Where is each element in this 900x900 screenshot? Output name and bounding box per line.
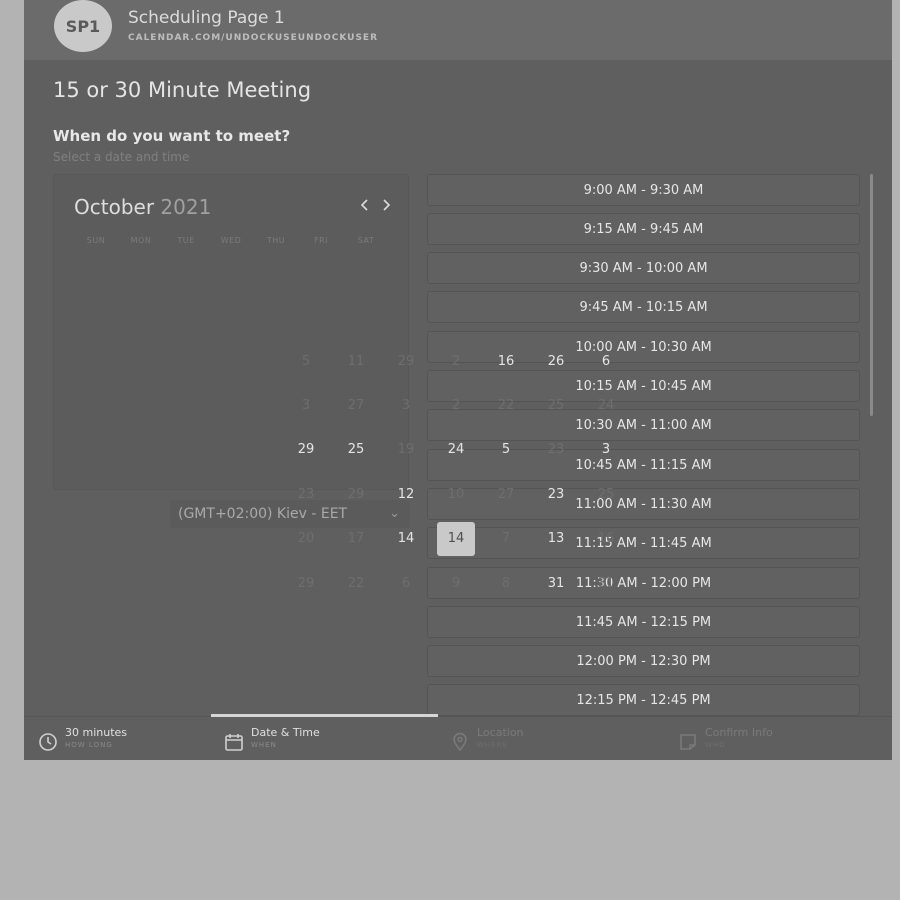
calendar-day[interactable]: 23	[537, 433, 575, 467]
calendar-day[interactable]: 22	[487, 389, 525, 423]
calendar-day[interactable]: 26	[537, 345, 575, 379]
weekday-wed: WED	[220, 236, 242, 245]
calendar-day[interactable]: 3	[587, 433, 625, 467]
calendar-day[interactable]: 24	[437, 433, 475, 467]
calendar-day[interactable]: 13	[537, 522, 575, 556]
calendar-day[interactable]: 8	[487, 567, 525, 601]
avatar: SP1	[54, 0, 112, 52]
time-slot[interactable]: 12:15 PM - 12:45 PM	[427, 684, 860, 716]
step-progress-bar	[211, 714, 438, 717]
clock-icon	[39, 733, 57, 751]
header-bar: SP1 Scheduling Page 1 CALENDAR.COM/UNDOC…	[24, 0, 892, 60]
calendar-day[interactable]: 10	[437, 478, 475, 512]
select-date-hint: Select a date and time	[53, 150, 190, 164]
calendar-day[interactable]: 6	[387, 567, 425, 601]
calendar-day[interactable]: 5	[487, 433, 525, 467]
previous-month-button[interactable]	[360, 197, 370, 216]
scheduling-page-title: Scheduling Page 1	[128, 8, 285, 28]
calendar-day[interactable]: 31	[537, 567, 575, 601]
calendar-day[interactable]: 29	[287, 567, 325, 601]
calendar-day[interactable]: 27	[337, 389, 375, 423]
calendar-day[interactable]: 16	[487, 345, 525, 379]
calendar-day[interactable]: 24	[587, 389, 625, 423]
chevron-left-icon	[360, 199, 368, 211]
footer-step-label: 30 minutes	[65, 726, 128, 739]
calendar-day[interactable]: 7	[487, 522, 525, 556]
calendar-day[interactable]: 25	[537, 389, 575, 423]
time-slot[interactable]: 9:15 AM - 9:45 AM	[427, 213, 860, 245]
when-question: When do you want to meet?	[53, 127, 291, 145]
calendar-day[interactable]: 5	[287, 345, 325, 379]
calendar-day[interactable]: 2	[437, 389, 475, 423]
calendar-day[interactable]: 12	[387, 478, 425, 512]
calendar-day-selected[interactable]: 14	[437, 522, 475, 556]
scheduling-page-url[interactable]: CALENDAR.COM/UNDOCKUSEUNDOCKUSER	[128, 33, 378, 43]
location-pin-icon	[453, 732, 467, 752]
confirm-note-icon	[680, 734, 696, 750]
calendar-day[interactable]: 25	[337, 433, 375, 467]
calendar-day[interactable]: 9	[437, 567, 475, 601]
weekday-tue: TUE	[177, 236, 195, 245]
time-slot[interactable]: 12:00 PM - 12:30 PM	[427, 645, 860, 677]
time-slot[interactable]: 9:45 AM - 10:15 AM	[427, 291, 860, 323]
footer-step-sublabel: WHEN	[251, 741, 277, 749]
calendar-day[interactable]: 19	[387, 433, 425, 467]
calendar-day[interactable]: 29	[287, 433, 325, 467]
calendar-day[interactable]: 25	[587, 478, 625, 512]
scheduling-panel: SP1 Scheduling Page 1 CALENDAR.COM/UNDOC…	[24, 0, 892, 760]
time-slot[interactable]: 11:45 AM - 12:15 PM	[427, 606, 860, 638]
time-slot[interactable]: 9:00 AM - 9:30 AM	[427, 174, 860, 206]
calendar-day[interactable]: 29	[337, 478, 375, 512]
calendar-day[interactable]: 3	[287, 389, 325, 423]
calendar-day[interactable]: 14	[387, 522, 425, 556]
calendar-day[interactable]: 23	[537, 478, 575, 512]
time-slot[interactable]: 9:30 AM - 10:00 AM	[427, 252, 860, 284]
footer-step-sublabel: HOW LONG	[65, 741, 113, 749]
calendar-day[interactable]: 11	[337, 345, 375, 379]
calendar-day[interactable]: 2	[437, 345, 475, 379]
calendar-icon	[225, 734, 243, 751]
calendar-day[interactable]: 20	[287, 522, 325, 556]
calendar-day[interactable]: 23	[287, 478, 325, 512]
weekday-sun: SUN	[86, 236, 106, 245]
calendar-day[interactable]: 6	[587, 345, 625, 379]
footer-step-sublabel: WHERE	[477, 741, 508, 749]
calendar-day[interactable]: 3	[387, 389, 425, 423]
weekday-mon: MON	[130, 236, 152, 245]
calendar-day[interactable]: 22	[337, 567, 375, 601]
calendar-day[interactable]: 16	[587, 522, 625, 556]
calendar-day[interactable]: 31	[587, 567, 625, 601]
weekday-sat: SAT	[357, 236, 375, 245]
calendar-day[interactable]: 29	[387, 345, 425, 379]
calendar-day[interactable]: 17	[337, 522, 375, 556]
calendar-day[interactable]: 27	[487, 478, 525, 512]
footer-step-label: Date & Time	[251, 726, 320, 739]
calendar-month-label: October 2021	[74, 195, 212, 219]
time-slots-scrollbar[interactable]	[870, 174, 873, 416]
footer-step-sublabel: WHO	[705, 741, 726, 749]
footer-step-label: Confirm Info	[705, 726, 773, 739]
meeting-title: 15 or 30 Minute Meeting	[53, 78, 312, 102]
footer-step-label: Location	[477, 726, 524, 739]
next-month-button[interactable]	[381, 197, 391, 216]
chevron-right-icon	[383, 199, 391, 211]
weekday-fri: FRI	[313, 236, 329, 245]
weekday-thu: THU	[266, 236, 286, 245]
